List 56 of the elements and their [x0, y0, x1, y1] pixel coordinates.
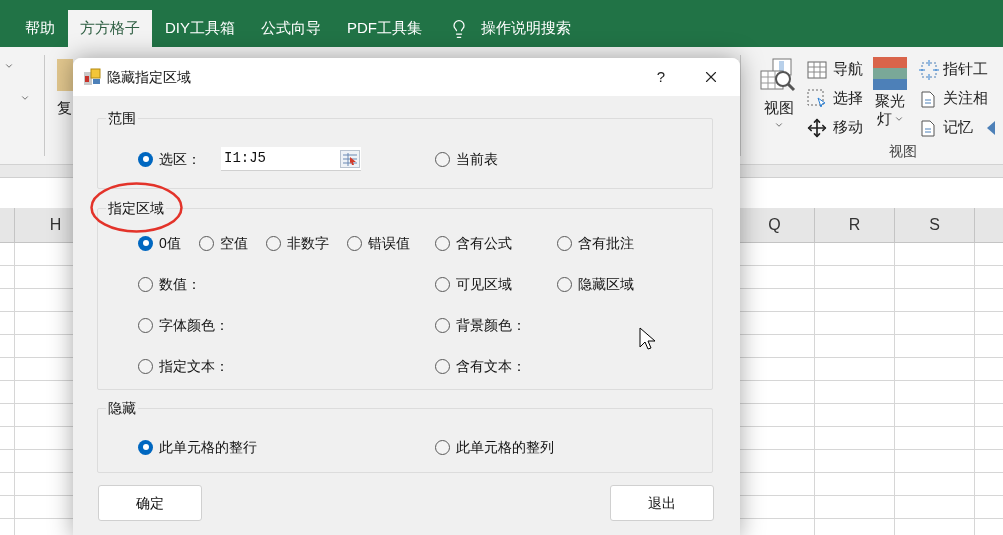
- radio-option[interactable]: 指定文本：: [138, 355, 229, 377]
- ribbon-small-button[interactable]: 导航: [807, 57, 863, 82]
- radio-option[interactable]: 隐藏区域: [557, 273, 634, 295]
- caret-icon[interactable]: [4, 61, 14, 71]
- group-legend: 隐藏: [106, 398, 138, 419]
- ribbon-small-button[interactable]: 指针工: [919, 57, 995, 82]
- ribbon-tab[interactable]: 公式向导: [248, 10, 334, 47]
- range-value: I1:J5: [224, 149, 266, 168]
- help-button[interactable]: ?: [646, 65, 676, 89]
- ribbon-tab[interactable]: 方方格子: [68, 10, 152, 47]
- selection-cursor-icon: [807, 88, 827, 109]
- group-label: 视图: [889, 142, 917, 161]
- move-icon: [807, 117, 827, 138]
- color-stripes-icon: [873, 57, 907, 90]
- radio-option[interactable]: 含有批注: [557, 232, 634, 254]
- radio-option[interactable]: 数值：: [138, 273, 201, 295]
- radio-option[interactable]: 空值: [198, 232, 248, 254]
- radio-option[interactable]: 背景颜色：: [435, 314, 526, 336]
- radio-option[interactable]: 非数字: [265, 232, 329, 254]
- triangle-icon[interactable]: [987, 120, 995, 135]
- search-label[interactable]: 操作说明搜索: [481, 17, 571, 40]
- ribbon-small-button[interactable]: 选择: [807, 86, 863, 111]
- table-icon: [807, 60, 827, 79]
- ribbon-small-button[interactable]: 移动: [807, 115, 863, 140]
- ribbon-tab[interactable]: 帮助: [12, 10, 68, 47]
- radio-option[interactable]: 错误值: [346, 232, 410, 254]
- app-icon: [83, 68, 101, 86]
- caret-icon[interactable]: [20, 93, 30, 103]
- ribbon-button-label[interactable]: 复: [57, 97, 73, 120]
- view-button[interactable]: 视图: [755, 57, 803, 156]
- ribbon-small-button[interactable]: 记忆: [919, 115, 995, 140]
- range-picker-icon[interactable]: [340, 149, 360, 168]
- radio-option[interactable]: 可见区域: [435, 273, 512, 295]
- radio-option[interactable]: 0值: [138, 232, 181, 254]
- radio-option[interactable]: 含有文本：: [435, 355, 526, 377]
- radio-option[interactable]: 此单元格的整列: [435, 436, 554, 458]
- column-header[interactable]: R: [815, 208, 895, 242]
- range-input-field[interactable]: I1:J5: [221, 147, 361, 171]
- dashed-frame-icon: [919, 59, 939, 80]
- radio-option[interactable]: 此单元格的整行: [138, 436, 257, 458]
- radio-option[interactable]: 当前表: [435, 148, 498, 170]
- group-legend: 指定区域: [106, 198, 166, 219]
- dialog-title: 隐藏指定区域: [107, 67, 191, 87]
- ribbon-tab[interactable]: PDF工具集: [334, 10, 435, 47]
- dialog-button[interactable]: 退出: [610, 485, 714, 521]
- spotlight-button[interactable]: 聚光 灯: [873, 57, 907, 128]
- radio-option[interactable]: 选区：: [138, 148, 201, 170]
- column-header[interactable]: S: [895, 208, 975, 242]
- group-legend: 范围: [106, 108, 138, 129]
- ribbon-small-button[interactable]: 关注相: [919, 86, 995, 111]
- caret-icon: [893, 114, 904, 124]
- cursor-icon: [639, 327, 655, 351]
- ribbon-tab[interactable]: DIY工具箱: [152, 10, 248, 47]
- dialog-button[interactable]: 确定: [98, 485, 202, 521]
- radio-option[interactable]: 字体颜色：: [138, 314, 229, 336]
- radio-option[interactable]: 含有公式: [435, 232, 512, 254]
